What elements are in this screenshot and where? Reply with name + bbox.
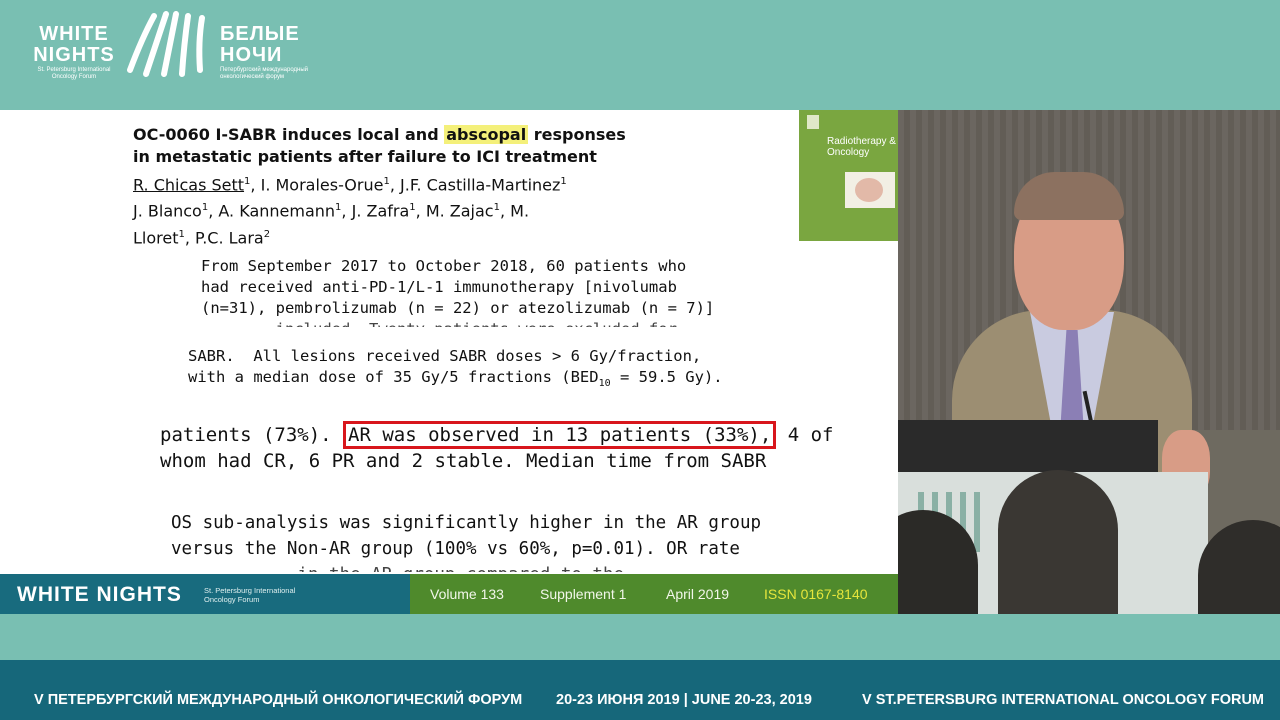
excerpt-line: versus the Non-AR group (100% vs 60%, p=…: [171, 539, 740, 559]
cover-illustration: [845, 172, 895, 208]
affiliation-sup: 1: [560, 176, 567, 187]
banner-forum-ru: V ПЕТЕРБУРГСКИЙ МЕЖДУНАРОДНЫЙ ОНКОЛОГИЧЕ…: [34, 692, 523, 708]
journal-date: April 2019: [666, 586, 730, 602]
excerpt-results: patients (73%). AR was observed in 13 pa…: [160, 421, 834, 474]
author: , J. Zafra: [341, 201, 410, 221]
slide-footer: WHITE NIGHTS St. Petersburg Internationa…: [0, 574, 898, 614]
author: Lloret: [133, 227, 179, 247]
slide-footer-brand: WHITE NIGHTS St. Petersburg Internationa…: [0, 574, 410, 614]
title-part: OC-0060 I-SABR induces local and: [133, 125, 445, 144]
excerpt-line: (n=31), pembrolizumab (n = 22) or atezol…: [201, 299, 715, 317]
presentation-slide: OC-0060 I-SABR induces local and abscopa…: [0, 110, 898, 614]
banner-dates: 20-23 ИЮНЯ 2019 | JUNE 20-23, 2019: [556, 692, 812, 708]
excerpt-line: OS sub-analysis was significantly higher…: [171, 513, 762, 533]
brand-en-text: WHITE NIGHTS: [33, 23, 115, 66]
abstract-header: OC-0060 I-SABR induces local and abscopa…: [133, 124, 733, 249]
brand-logo-ru: БЕЛЫЕ НОЧИ Петербургский международный о…: [220, 24, 310, 81]
author: , M.: [499, 201, 530, 221]
journal-supplement: Supplement 1: [540, 586, 627, 602]
excerpt-survival: OS sub-analysis was significantly higher…: [171, 510, 761, 572]
excerpt-text: patients (73%).: [160, 424, 344, 446]
highlighted-result-box: AR was observed in 13 patients (33%),: [343, 421, 777, 449]
publisher-logo-icon: [807, 115, 819, 129]
excerpt-methods: From September 2017 to October 2018, 60 …: [201, 256, 714, 327]
highlighted-word: abscopal: [444, 125, 529, 144]
presenting-author: R. Chicas Sett: [133, 175, 245, 195]
audience-head: [1198, 520, 1280, 614]
speaker-video: [898, 110, 1280, 614]
excerpt-line: had received anti-PD-1/L-1 immunotherapy…: [201, 278, 677, 296]
author: , A. Kannemann: [208, 201, 336, 221]
brand-en-subtitle: St. Petersburg International Oncology Fo…: [37, 67, 111, 80]
excerpt-line: = 59.5 Gy).: [610, 368, 723, 386]
title-part: responses: [528, 125, 626, 144]
excerpt-line-cropped: included. Twenty patients were excluded …: [201, 319, 714, 327]
excerpt-text: 4 of: [776, 424, 834, 446]
author: , M. Zajac: [415, 201, 494, 221]
author: , J.F. Castilla-Martinez: [389, 175, 561, 195]
excerpt-dose: SABR. All lesions received SABR doses > …: [188, 346, 723, 394]
speaker-hair: [1014, 172, 1124, 220]
white-nights-logo-icon: [127, 11, 205, 77]
excerpt-line-cropped: in the AR group compared to the: [171, 562, 761, 572]
subscript: 10: [598, 378, 611, 390]
journal-issn: ISSN 0167-8140: [764, 586, 868, 602]
journal-name: Radiotherapy & Oncology: [827, 136, 896, 158]
journal-cover: Radiotherapy & Oncology: [799, 110, 898, 241]
journal-volume: Volume 133: [430, 586, 504, 602]
title-line-2: in metastatic patients after failure to …: [133, 147, 597, 166]
event-banner: V ПЕТЕРБУРГСКИЙ МЕЖДУНАРОДНЫЙ ОНКОЛОГИЧЕ…: [0, 660, 1280, 720]
excerpt-line: with a median dose of 35 Gy/5 fractions …: [188, 368, 599, 386]
author: J. Blanco: [133, 201, 202, 221]
brand-ru-subtitle: Петербургский международный онкологическ…: [220, 67, 309, 80]
excerpt-line: From September 2017 to October 2018, 60 …: [201, 257, 687, 275]
abstract-title: OC-0060 I-SABR induces local and abscopa…: [133, 124, 733, 168]
author: , P.C. Lara: [184, 227, 264, 247]
excerpt-line: SABR. All lesions received SABR doses > …: [188, 347, 702, 365]
journal-issue-info: Volume 133 Supplement 1 April 2019 ISSN …: [410, 574, 898, 614]
abstract-authors: R. Chicas Sett1, I. Morales-Orue1, J.F. …: [133, 170, 733, 249]
forum-header: WHITE NIGHTS St. Petersburg Internationa…: [0, 0, 1280, 110]
banner-forum-en: V ST.PETERSBURG INTERNATIONAL ONCOLOGY F…: [862, 692, 1264, 708]
affiliation-sup: 2: [263, 228, 271, 240]
footer-brand-name: WHITE NIGHTS: [17, 583, 182, 606]
excerpt-line: whom had CR, 6 PR and 2 stable. Median t…: [160, 450, 767, 472]
brand-logo-en: WHITE NIGHTS St. Petersburg Internationa…: [32, 24, 116, 81]
author: , I. Morales-Orue: [250, 175, 384, 195]
audience-head: [998, 470, 1118, 614]
podium-monitor: [898, 420, 1158, 476]
footer-brand-subtitle: St. Petersburg International Oncology Fo…: [204, 586, 296, 604]
brand-ru-text: БЕЛЫЕ НОЧИ: [220, 23, 300, 66]
